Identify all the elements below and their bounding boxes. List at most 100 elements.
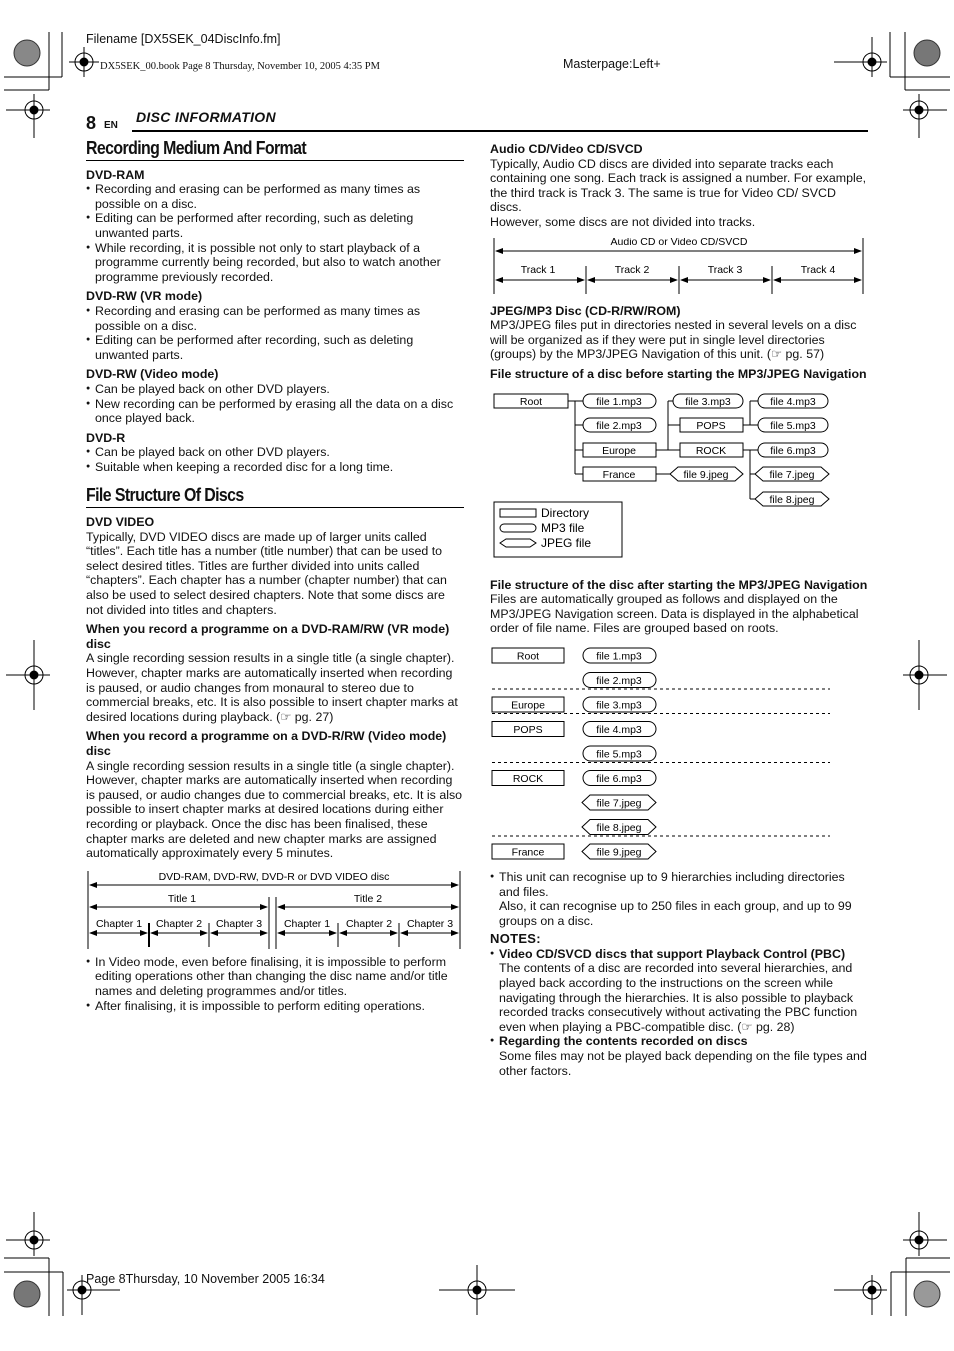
page-number: 8 (86, 113, 97, 133)
finalise-notes: In Video mode, even before finalising, i… (86, 955, 464, 1013)
page-language: EN (104, 120, 118, 131)
bullet-item: After finalising, it is impossible to pe… (86, 999, 464, 1014)
tree-node-pops: POPS (696, 420, 725, 432)
note-item: Regarding the contents recorded on discs… (490, 1034, 868, 1078)
track-label: Track 1 (521, 264, 556, 276)
format-bullets: Can be played back on other DVD players.… (86, 445, 464, 474)
left-column: Recording Medium And Format DVD-RAMRecor… (86, 137, 464, 1013)
group-file-label: file 4.mp3 (596, 724, 642, 736)
recording-heading: Recording Medium And Format (86, 137, 307, 158)
legend-directory: Directory (541, 506, 589, 520)
bullet-item: New recording can be performed by erasin… (86, 397, 464, 426)
vr-mode-heading: When you record a programme on a DVD-RAM… (86, 622, 450, 651)
group-file-label: file 2.mp3 (596, 675, 642, 687)
jpeg-shape-icon (499, 538, 537, 548)
after-nav-text: Files are automatically grouped as follo… (490, 592, 859, 636)
heading-rule (86, 159, 464, 161)
chapter-label: Chapter 2 (346, 918, 392, 930)
group-file-label: file 1.mp3 (596, 650, 642, 662)
disc-label: DVD-RAM, DVD-RW, DVD-R or DVD VIDEO disc (159, 871, 390, 883)
bullet-item: In Video mode, even before finalising, i… (86, 955, 464, 999)
bullet-item: While recording, it is possible not only… (86, 241, 464, 285)
track-diagram: Audio CD or Video CD/SVCD Track 1 Track … (493, 237, 864, 294)
group-file-label: file 8.jpeg (597, 822, 642, 834)
tree-node-file9: file 9.jpeg (684, 469, 729, 481)
video-mode-text: A single recording session results in a … (86, 758, 463, 861)
before-nav-heading: File structure of a disc before starting… (490, 366, 867, 381)
audio-cd-heading: Audio CD/Video CD/SVCD (490, 142, 643, 156)
group-directory-label: ROCK (513, 773, 543, 785)
title-chapter-diagram: DVD-RAM, DVD-RW, DVD-R or DVD VIDEO disc… (87, 870, 461, 949)
format-bullets: Recording and erasing can be performed a… (86, 182, 464, 284)
bullet-item: Can be played back on other DVD players. (86, 382, 464, 397)
jpeg-mp3-text: MP3/JPEG files put in directories nested… (490, 318, 857, 362)
track-label: Track 2 (615, 264, 650, 276)
tree-node-root: Root (520, 396, 542, 408)
dvd-video-text: Typically, DVD VIDEO discs are made up o… (86, 529, 447, 617)
chapter-label: Chapter 1 (284, 918, 330, 930)
audio-cd-text-2: However, some discs are not divided into… (490, 214, 756, 229)
limits-list: This unit can recognise up to 9 hierarch… (490, 870, 868, 928)
group-file-label: file 5.mp3 (596, 748, 642, 760)
bullet-item: Recording and erasing can be performed a… (86, 304, 464, 333)
vr-mode-text: A single recording session results in a … (86, 651, 458, 724)
tree-node-file2: file 2.mp3 (596, 420, 642, 432)
format-heading: DVD-R (86, 430, 126, 445)
note-item: Video CD/SVCD discs that support Playbac… (490, 947, 868, 1035)
bullet-item: Recording and erasing can be performed a… (86, 182, 464, 211)
format-bullets: Recording and erasing can be performed a… (86, 304, 464, 362)
tree-node-file3: file 3.mp3 (685, 396, 731, 408)
bullet-item: Editing can be performed after recording… (86, 333, 464, 362)
audio-cd-text: Typically, Audio CD discs are divided in… (490, 156, 867, 215)
tree-diagram: Root file 1.mp3 file 2.mp3 Europe France… (493, 393, 830, 558)
directory-shape-icon (499, 508, 537, 518)
print-filename: Filename [DX5SEK_04DiscInfo.fm] (86, 32, 281, 46)
print-masterpage: Masterpage:Left+ (563, 57, 661, 71)
track-label: Track 3 (708, 264, 743, 276)
tree-node-file4: file 4.mp3 (770, 396, 816, 408)
header-rule (132, 130, 868, 132)
group-file-label: file 6.mp3 (596, 773, 642, 785)
tree-node-file5: file 5.mp3 (770, 420, 816, 432)
tree-node-europe: Europe (602, 445, 636, 457)
group-directory-label: Europe (511, 699, 545, 711)
legend-jpeg: JPEG file (541, 536, 591, 550)
tree-node-rock: ROCK (696, 445, 726, 457)
format-heading: DVD-RW (VR mode) (86, 289, 203, 304)
heading-rule (86, 507, 464, 509)
tree-node-file1: file 1.mp3 (596, 396, 642, 408)
bullet-item: Suitable when keeping a recorded disc fo… (86, 460, 464, 475)
legend-mp3: MP3 file (541, 521, 585, 535)
chapter-label: Chapter 3 (216, 918, 262, 930)
format-heading: DVD-RAM (86, 167, 145, 182)
group-file-label: file 7.jpeg (597, 797, 642, 809)
group-file-label: file 3.mp3 (596, 699, 642, 711)
title-label: Title 1 (168, 893, 196, 905)
mp3-shape-icon (499, 523, 537, 533)
bullet-item: Can be played back on other DVD players. (86, 445, 464, 460)
bullet-item: This unit can recognise up to 9 hierarch… (490, 870, 868, 928)
tree-node-france: France (603, 469, 636, 481)
notes-list: Video CD/SVCD discs that support Playbac… (490, 947, 868, 1078)
recording-groups: DVD-RAMRecording and erasing can be perf… (86, 168, 464, 475)
right-column: Audio CD/Video CD/SVCD Typically, Audio … (490, 142, 868, 1078)
track-diagram-label: Audio CD or Video CD/SVCD (611, 238, 748, 248)
after-nav-heading: File structure of the disc after startin… (490, 577, 868, 592)
dvd-video-heading: DVD VIDEO (86, 515, 155, 530)
section-title: DISC INFORMATION (136, 109, 276, 125)
video-mode-heading: When you record a programme on a DVD-R/R… (86, 729, 447, 758)
group-directory-label: Root (517, 650, 539, 662)
tree-node-file8: file 8.jpeg (770, 494, 815, 506)
tree-node-file6: file 6.mp3 (770, 445, 816, 457)
tree-node-file7: file 7.jpeg (770, 469, 815, 481)
group-directory-label: POPS (513, 724, 542, 736)
print-book-line: DX5SEK_00.book Page 8 Thursday, November… (100, 61, 380, 72)
group-file-label: file 9.jpeg (597, 846, 642, 858)
format-heading: DVD-RW (Video mode) (86, 367, 219, 382)
jpeg-mp3-heading: JPEG/MP3 Disc (CD-R/RW/ROM) (490, 303, 681, 318)
bullet-item: Editing can be performed after recording… (86, 211, 464, 240)
tree-legend: Directory MP3 file JPEG file (493, 501, 623, 558)
group-directory-label: France (512, 846, 545, 858)
chapter-label: Chapter 2 (156, 918, 202, 930)
title-label: Title 2 (354, 893, 382, 905)
